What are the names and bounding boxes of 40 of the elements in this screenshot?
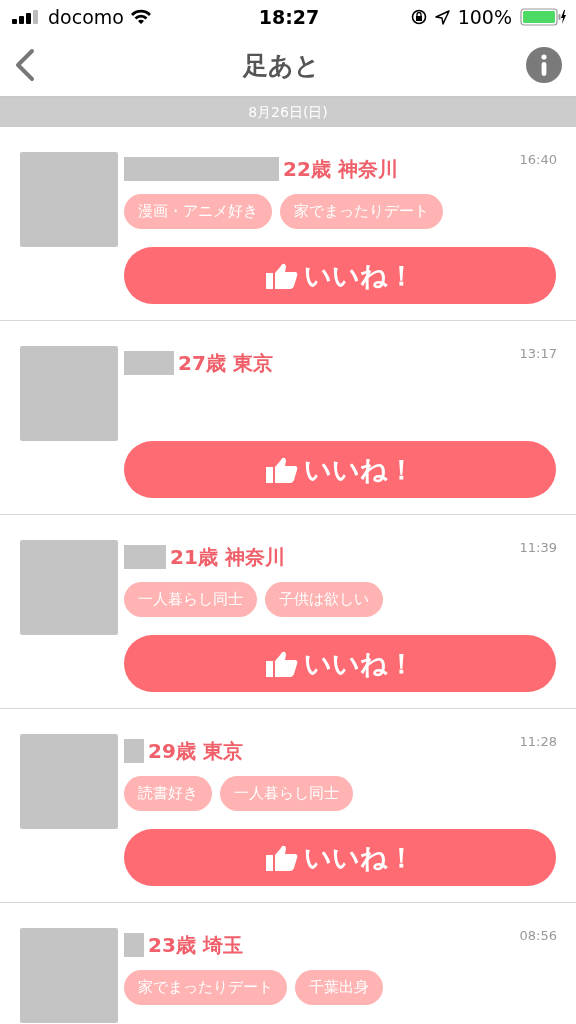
interest-tag: 家でまったりデート <box>124 970 287 1005</box>
thumbs-up-icon <box>265 649 298 678</box>
interest-tag: 一人暮らし同士 <box>124 582 257 617</box>
like-button[interactable]: いいね！ <box>124 635 556 692</box>
interest-tag: 一人暮らし同士 <box>220 776 353 811</box>
interest-tag: 千葉出身 <box>295 970 383 1005</box>
age-and-area: 22歳 神奈川 <box>283 155 398 183</box>
carrier: docomo <box>48 6 124 28</box>
interest-tag: 家でまったりデート <box>280 194 443 229</box>
age-and-area: 29歳 東京 <box>148 737 243 765</box>
interest-tag: 漫画・アニメ好き <box>124 194 272 229</box>
like-button[interactable]: いいね！ <box>124 441 556 498</box>
battery-icon <box>520 8 566 26</box>
redacted-name <box>124 739 144 763</box>
location-arrow-icon <box>434 9 450 25</box>
age-and-area: 21歳 神奈川 <box>170 543 285 571</box>
wifi-icon <box>129 9 152 25</box>
interest-tag: 子供は欲しい <box>265 582 383 617</box>
rotation-lock-icon <box>410 9 427 25</box>
age-and-area: 27歳 東京 <box>178 349 273 377</box>
redacted-name <box>124 351 174 375</box>
visit-time: 11:28 <box>519 734 557 749</box>
thumbs-up-icon <box>265 261 298 290</box>
redacted-name <box>124 545 166 569</box>
interest-tag: 読書好き <box>124 776 212 811</box>
visit-time: 11:39 <box>519 540 557 555</box>
battery-percent: 100% <box>457 6 512 28</box>
screen-title: 足あと <box>242 49 320 82</box>
visit-time: 13:17 <box>519 346 557 361</box>
thumbs-up-icon <box>265 843 298 872</box>
redacted-name <box>124 933 144 957</box>
info-button[interactable] <box>526 47 562 83</box>
thumbs-up-icon <box>265 455 298 484</box>
like-button[interactable]: いいね！ <box>124 247 556 304</box>
visit-time: 08:56 <box>519 928 557 943</box>
like-button[interactable]: いいね！ <box>124 829 556 886</box>
visit-time: 16:40 <box>519 152 557 167</box>
clock: 18:27 <box>258 6 320 28</box>
back-button[interactable] <box>14 48 36 82</box>
age-and-area: 23歳 埼玉 <box>148 931 243 959</box>
